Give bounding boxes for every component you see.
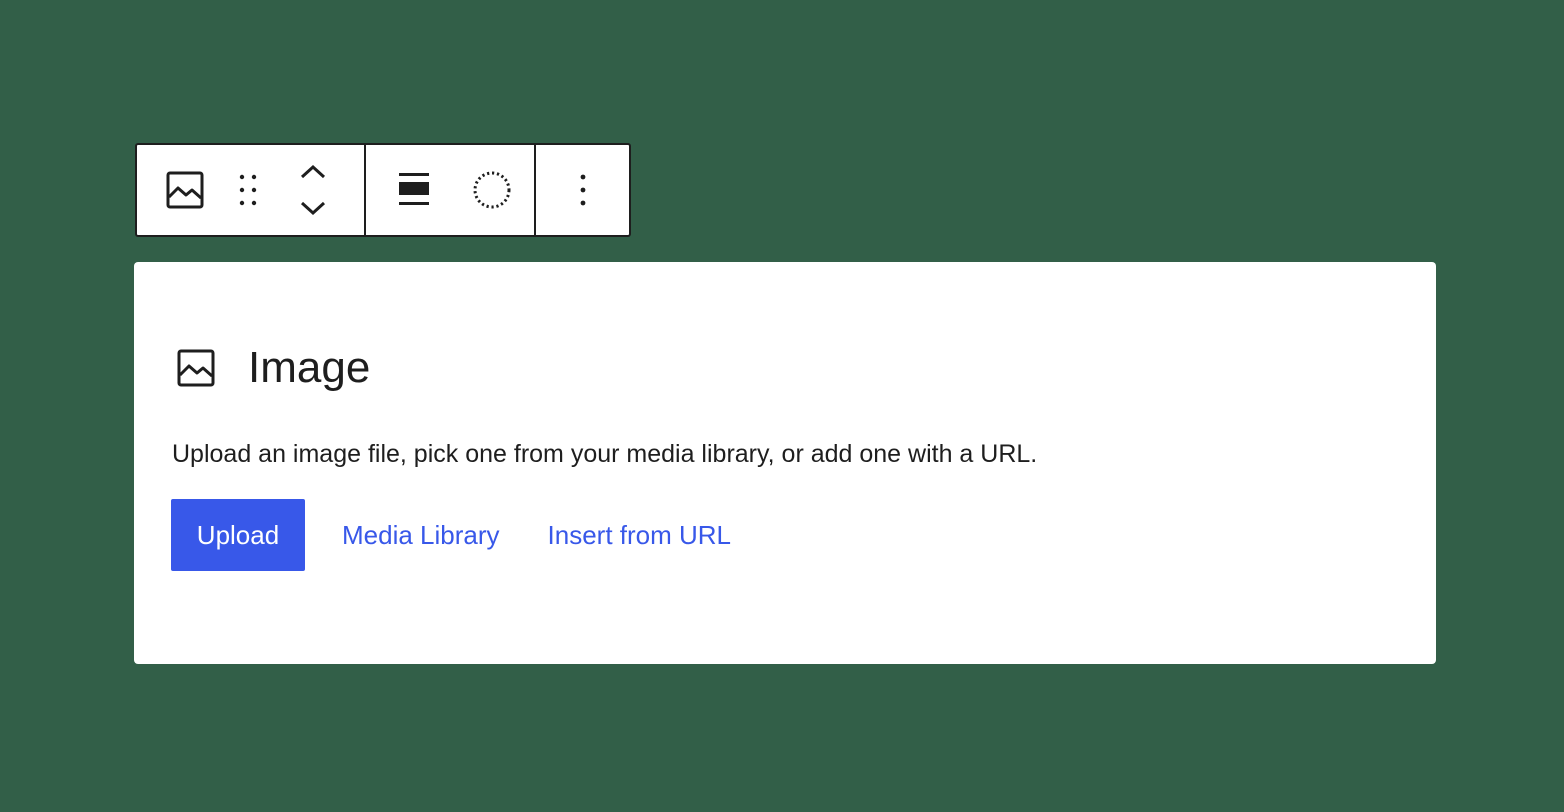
chevron-up-icon [300,164,326,179]
align-icon [399,173,429,205]
duotone-icon [473,171,511,209]
placeholder-header: Image [176,342,370,394]
drag-handle-button[interactable] [231,166,265,214]
more-options-icon [580,174,585,206]
more-options-button[interactable] [565,166,601,214]
placeholder-title: Image [248,343,371,392]
align-button[interactable] [394,166,434,214]
insert-from-url-button[interactable]: Insert from URL [548,499,732,571]
placeholder-actions: Upload Media Library Insert from URL [171,499,731,571]
image-placeholder: Image Upload an image file, pick one fro… [134,262,1436,664]
media-library-button[interactable]: Media Library [342,499,500,571]
drag-handle-icon [239,174,257,206]
duotone-button[interactable] [470,166,514,214]
chevron-down-icon [300,201,326,216]
toolbar-group-format [364,145,534,235]
placeholder-description: Upload an image file, pick one from your… [172,440,1038,468]
upload-button[interactable]: Upload [171,499,305,571]
block-type-button[interactable] [161,166,209,214]
toolbar-group-more [534,145,629,235]
image-icon [177,349,215,387]
image-icon [166,171,204,209]
mover-controls [295,159,331,221]
block-toolbar [135,143,631,237]
move-up-button[interactable] [295,159,331,185]
toolbar-group-block [137,145,364,235]
move-down-button[interactable] [295,195,331,221]
